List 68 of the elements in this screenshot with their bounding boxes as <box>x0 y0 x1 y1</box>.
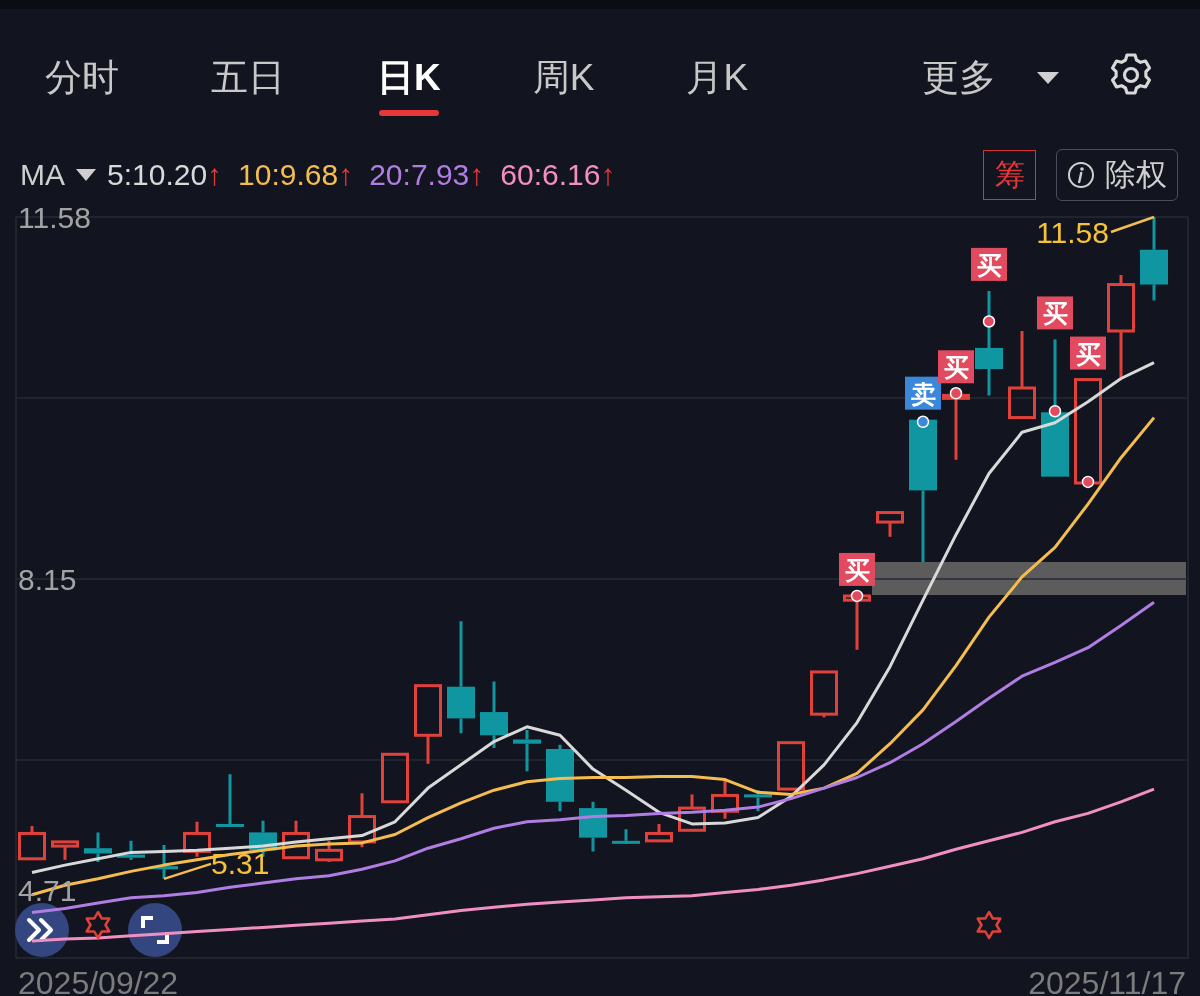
candlestick <box>645 822 673 843</box>
candlestick <box>843 594 871 652</box>
up-arrow: ↑ <box>207 158 223 192</box>
signal-dot <box>949 387 963 400</box>
ma-value: 20:7.93 <box>369 158 470 192</box>
signal-tag: 买 <box>839 552 875 586</box>
low-price-label: 5.31 <box>211 846 270 880</box>
signal-tag: 买 <box>938 350 974 384</box>
adjust-button[interactable]: 除权 <box>1056 149 1178 201</box>
candlestick <box>117 839 145 862</box>
candlestick <box>84 830 112 864</box>
up-arrow: ↑ <box>338 158 354 192</box>
candlestick <box>282 819 310 860</box>
candlestick <box>612 827 640 846</box>
ma-value: 10:9.68 <box>238 158 339 192</box>
signal-tag: 买 <box>1070 336 1106 370</box>
period-tab[interactable]: 五日 <box>211 41 285 118</box>
star-icon <box>976 910 1002 940</box>
candlestick <box>348 791 376 849</box>
candlestick <box>480 679 508 750</box>
signal-dot <box>1081 475 1095 489</box>
period-tab[interactable]: 更多 <box>922 41 1060 118</box>
candlestick <box>18 824 46 861</box>
leader-line <box>163 862 212 881</box>
candlestick <box>744 788 772 813</box>
candlestick <box>810 670 838 719</box>
candlestick <box>876 511 904 539</box>
ma-label[interactable]: MA <box>20 158 65 192</box>
signal-tag: 买 <box>1037 296 1073 330</box>
up-arrow: ↑ <box>469 158 485 192</box>
candlestick <box>579 800 607 853</box>
double-chevron-button[interactable] <box>15 903 69 957</box>
candlestick <box>315 839 343 864</box>
date-label: 2025/11/17 <box>1028 965 1186 996</box>
candlestick <box>183 820 211 859</box>
signal-dot <box>1048 404 1062 418</box>
axis-label: 8.15 <box>18 563 77 597</box>
settings-icon[interactable] <box>1108 51 1154 98</box>
candlestick <box>51 840 79 862</box>
period-tab[interactable]: 月K <box>686 41 749 118</box>
star-icon <box>85 910 111 940</box>
up-arrow: ↑ <box>600 158 616 192</box>
period-tab[interactable]: 周K <box>532 41 595 118</box>
high-price-label: 11.58 <box>1036 216 1109 249</box>
caret-icon[interactable] <box>75 168 97 182</box>
period-tab[interactable]: 分时 <box>45 41 119 118</box>
candlestick <box>546 743 574 813</box>
candlestick <box>381 752 409 804</box>
chip-button[interactable]: 筹 <box>983 150 1036 200</box>
axis-label: 11.58 <box>18 201 91 234</box>
signal-dot <box>850 589 864 603</box>
ma-value: 5:10.20 <box>107 158 208 192</box>
ma-value: 60:6.16 <box>500 158 601 192</box>
info-icon <box>1067 161 1095 189</box>
signal-dot <box>982 315 996 328</box>
candlestick <box>678 792 706 832</box>
candlestick <box>942 391 970 462</box>
candlestick <box>216 772 244 829</box>
signal-dot <box>916 415 930 429</box>
date-label: 2025/09/22 <box>18 965 179 996</box>
candlestick <box>513 728 541 773</box>
adjust-label: 除权 <box>1105 156 1167 194</box>
signal-tag: 卖 <box>905 376 941 410</box>
leader-line <box>1110 215 1155 234</box>
signal-tag: 买 <box>971 247 1007 281</box>
period-tab[interactable]: 日K <box>377 41 441 118</box>
fullscreen-button[interactable] <box>128 903 182 957</box>
candlestick <box>777 741 805 792</box>
